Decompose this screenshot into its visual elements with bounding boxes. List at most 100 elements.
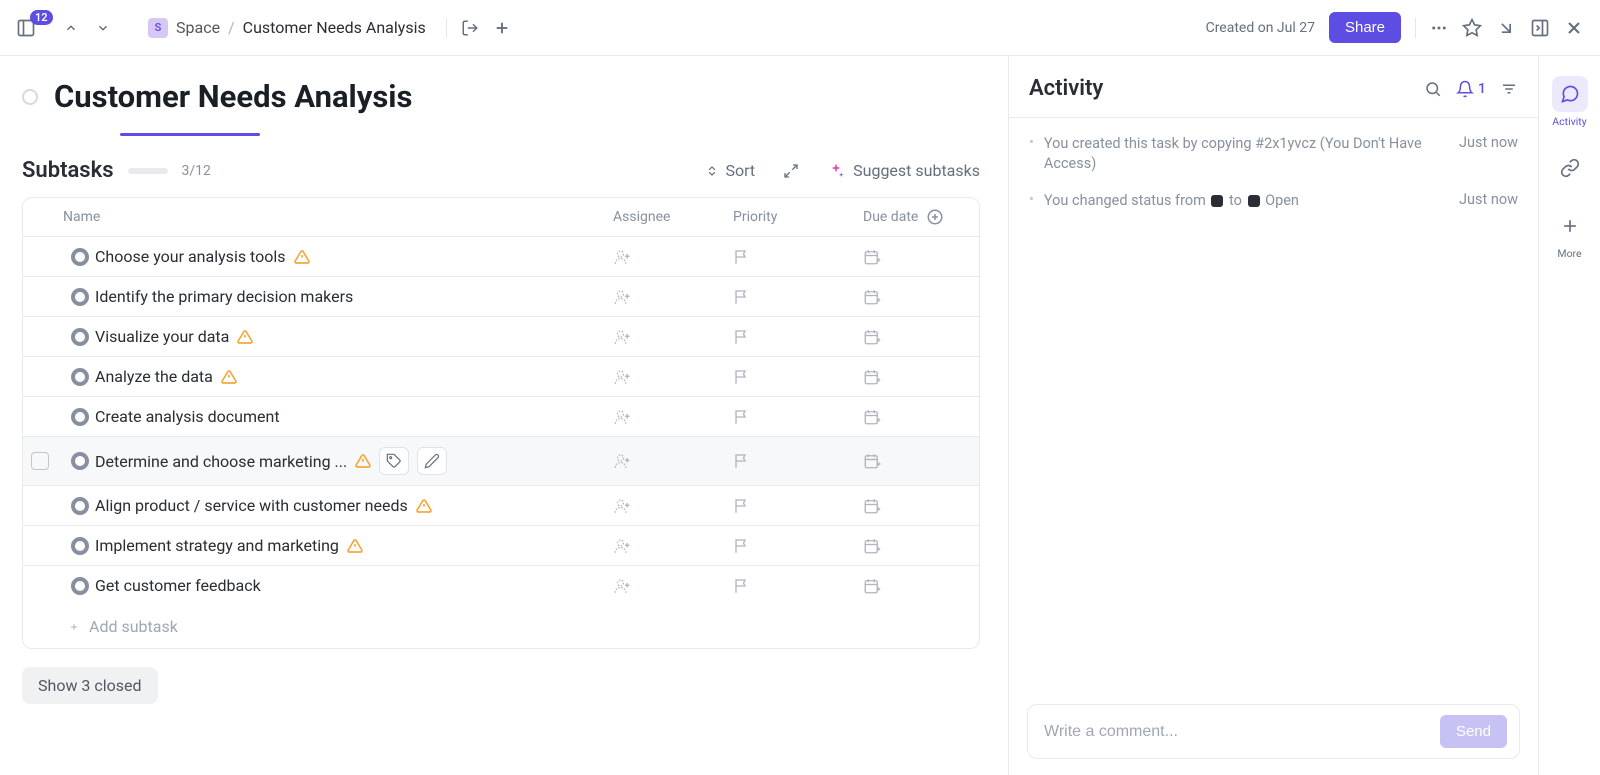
priority-button[interactable]: [733, 288, 863, 306]
download-icon[interactable]: [1496, 18, 1516, 38]
expand-action[interactable]: [783, 163, 799, 179]
assign-button[interactable]: [613, 497, 733, 515]
warning-icon: [347, 538, 363, 554]
more-menu-icon[interactable]: [1430, 19, 1448, 37]
rail-activity[interactable]: Activity: [1552, 76, 1588, 128]
row-status-icon[interactable]: [71, 368, 95, 386]
priority-button[interactable]: [733, 577, 863, 595]
row-status-icon[interactable]: [71, 497, 95, 515]
activity-search-icon[interactable]: [1424, 80, 1442, 98]
row-status-icon[interactable]: [71, 452, 95, 470]
row-status-icon[interactable]: [71, 248, 95, 266]
row-name[interactable]: Determine and choose marketing ...: [95, 447, 613, 475]
column-name[interactable]: Name: [39, 209, 613, 225]
row-status-icon[interactable]: [71, 577, 95, 595]
assign-button[interactable]: [613, 288, 733, 306]
assign-button[interactable]: [613, 368, 733, 386]
due-date-button[interactable]: [863, 328, 963, 346]
row-name[interactable]: Analyze the data: [95, 367, 613, 386]
row-name[interactable]: Align product / service with customer ne…: [95, 496, 613, 515]
plus-icon: [39, 619, 79, 635]
tag-button[interactable]: [379, 447, 409, 475]
priority-button[interactable]: [733, 328, 863, 346]
due-date-button[interactable]: [863, 288, 963, 306]
rail-more[interactable]: More: [1552, 208, 1588, 260]
subtask-row[interactable]: Align product / service with customer ne…: [23, 486, 979, 526]
add-icon[interactable]: [493, 19, 511, 37]
row-status-icon[interactable]: [71, 328, 95, 346]
assign-button[interactable]: [613, 537, 733, 555]
column-assignee[interactable]: Assignee: [613, 209, 733, 225]
subtask-row[interactable]: Identify the primary decision makers: [23, 277, 979, 317]
comment-input[interactable]: [1044, 723, 1440, 741]
send-button[interactable]: Send: [1440, 715, 1507, 748]
priority-button[interactable]: [733, 537, 863, 555]
row-name[interactable]: Visualize your data: [95, 327, 613, 346]
page-title[interactable]: Customer Needs Analysis: [54, 78, 412, 115]
row-status-icon[interactable]: [71, 537, 95, 555]
show-closed-button[interactable]: Show 3 closed: [22, 667, 158, 704]
priority-button[interactable]: [733, 408, 863, 426]
row-name[interactable]: Get customer feedback: [95, 576, 613, 595]
comment-box[interactable]: Send: [1027, 704, 1520, 759]
row-status-icon[interactable]: [71, 408, 95, 426]
subtask-row[interactable]: Analyze the data: [23, 357, 979, 397]
priority-button[interactable]: [733, 248, 863, 266]
row-name[interactable]: Create analysis document: [95, 407, 613, 426]
subtask-row[interactable]: Get customer feedback: [23, 566, 979, 605]
bell-icon: [1456, 80, 1474, 98]
priority-button[interactable]: [733, 368, 863, 386]
row-status-icon[interactable]: [71, 288, 95, 306]
due-date-button[interactable]: [863, 408, 963, 426]
subtask-row[interactable]: Determine and choose marketing ...: [23, 437, 979, 486]
favorite-icon[interactable]: [1462, 18, 1482, 38]
subtask-row[interactable]: Create analysis document: [23, 397, 979, 437]
sparkle-icon: [827, 162, 845, 180]
assign-button[interactable]: [613, 248, 733, 266]
close-icon[interactable]: [1564, 18, 1584, 38]
share-button[interactable]: Share: [1329, 12, 1401, 43]
row-name[interactable]: Implement strategy and marketing: [95, 536, 613, 555]
edit-button[interactable]: [417, 447, 447, 475]
row-checkbox[interactable]: [31, 452, 49, 470]
nav-prev-icon[interactable]: [64, 21, 78, 35]
suggest-subtasks-action[interactable]: Suggest subtasks: [827, 161, 980, 180]
due-date-button[interactable]: [863, 368, 963, 386]
created-on: Created on Jul 27: [1206, 20, 1315, 36]
subtask-row[interactable]: Implement strategy and marketing: [23, 526, 979, 566]
activity-notifications[interactable]: 1: [1456, 80, 1486, 98]
warning-icon: [355, 453, 371, 469]
activity-heading: Activity: [1029, 76, 1410, 101]
assign-button[interactable]: [613, 452, 733, 470]
due-date-button[interactable]: [863, 537, 963, 555]
priority-button[interactable]: [733, 452, 863, 470]
due-date-button[interactable]: [863, 452, 963, 470]
due-date-button[interactable]: [863, 577, 963, 595]
status-swatch-from: [1211, 195, 1223, 207]
collapse-panel-icon[interactable]: [1530, 18, 1550, 38]
assign-button[interactable]: [613, 328, 733, 346]
column-priority[interactable]: Priority: [733, 209, 863, 225]
activity-filter-icon[interactable]: [1500, 80, 1518, 98]
add-column-icon[interactable]: [926, 208, 944, 226]
add-subtask-row[interactable]: Add subtask: [23, 605, 979, 648]
priority-button[interactable]: [733, 497, 863, 515]
sidebar-toggle[interactable]: 12: [16, 18, 46, 38]
assign-button[interactable]: [613, 408, 733, 426]
column-due-date[interactable]: Due date: [863, 208, 963, 226]
row-name[interactable]: Identify the primary decision makers: [95, 287, 613, 306]
due-date-button[interactable]: [863, 248, 963, 266]
breadcrumb-current[interactable]: Customer Needs Analysis: [243, 18, 426, 37]
status-indicator[interactable]: [22, 89, 38, 105]
subtask-row[interactable]: Visualize your data: [23, 317, 979, 357]
move-task-icon[interactable]: [461, 19, 479, 37]
nav-next-icon[interactable]: [96, 21, 110, 35]
assign-button[interactable]: [613, 577, 733, 595]
breadcrumb-space-link[interactable]: Space: [176, 18, 220, 37]
due-date-button[interactable]: [863, 497, 963, 515]
row-name[interactable]: Choose your analysis tools: [95, 247, 613, 266]
sort-action[interactable]: Sort: [705, 161, 755, 180]
subtask-row[interactable]: Choose your analysis tools: [23, 237, 979, 277]
breadcrumb: S Space / Customer Needs Analysis: [148, 18, 511, 38]
rail-link[interactable]: [1552, 150, 1588, 186]
